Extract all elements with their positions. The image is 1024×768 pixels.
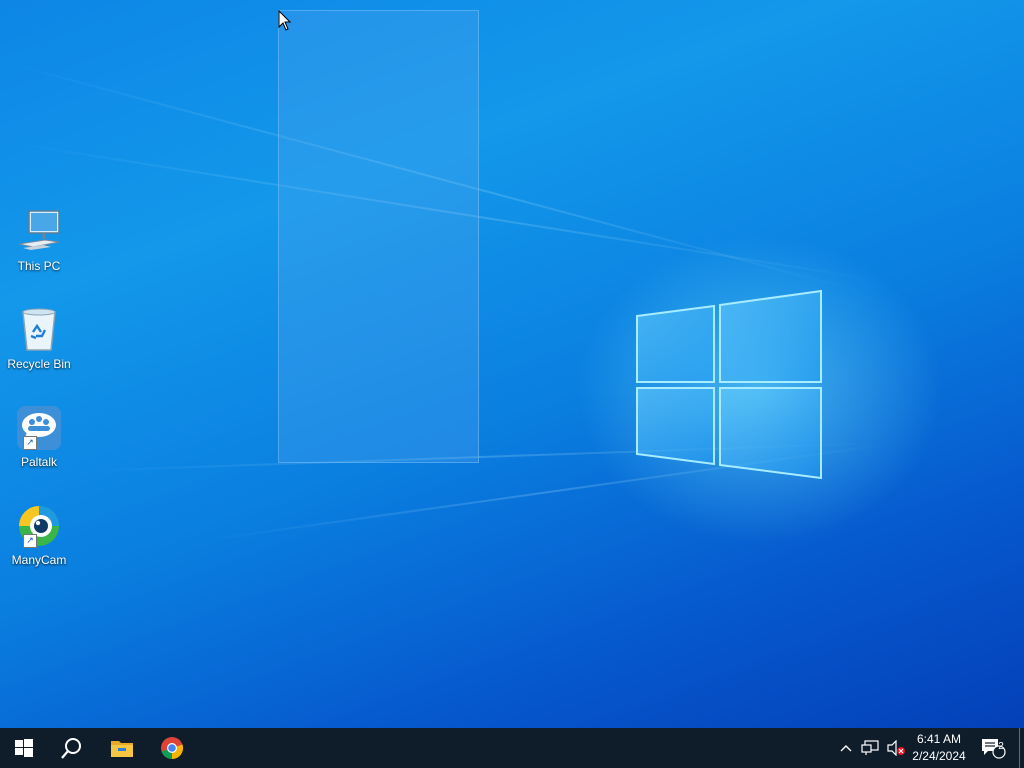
volume-button[interactable] <box>884 728 908 768</box>
volume-muted-icon <box>887 740 905 756</box>
clock-date: 2/24/2024 <box>912 749 966 763</box>
clock[interactable]: 6:41 AM 2/24/2024 <box>908 728 970 768</box>
desktop-icon-paltalk[interactable]: ↗ Paltalk <box>4 404 74 469</box>
file-explorer-icon <box>111 741 133 757</box>
desktop-icon-recycle-bin[interactable]: Recycle Bin <box>4 306 74 371</box>
taskbar: 6:41 AM 2/24/2024 2 <box>0 728 1024 768</box>
desktop-icon-label: Paltalk <box>20 455 58 469</box>
show-desktop-button[interactable] <box>1019 728 1020 768</box>
search-button[interactable] <box>48 728 96 768</box>
shortcut-arrow-icon: ↗ <box>23 534 37 548</box>
mouse-cursor-icon <box>278 10 292 31</box>
search-icon <box>61 738 81 759</box>
start-button[interactable] <box>0 728 48 768</box>
shortcut-arrow-icon: ↗ <box>23 436 37 450</box>
manycam-icon: ↗ <box>15 502 63 550</box>
start-icon <box>15 739 33 757</box>
selection-rectangle <box>278 10 479 463</box>
desktop-icon-label: Recycle Bin <box>7 357 71 371</box>
computer-icon <box>18 210 60 250</box>
notification-count-badge: 2 <box>998 741 1004 752</box>
chrome-icon <box>161 737 184 760</box>
desktop[interactable]: This PC Recycle Bin ↗ Paltalk ↗ ManyCam <box>0 0 1024 728</box>
chrome-button[interactable] <box>148 728 196 768</box>
paltalk-icon: ↗ <box>15 404 63 452</box>
network-button[interactable] <box>858 728 882 768</box>
network-icon <box>861 740 879 755</box>
windows-logo <box>636 289 822 480</box>
show-hidden-icons-button[interactable] <box>836 728 856 768</box>
desktop-icon-label: ManyCam <box>11 553 67 567</box>
recycle-bin-icon <box>22 308 56 351</box>
clock-time: 6:41 AM <box>916 732 962 746</box>
desktop-icon-manycam[interactable]: ↗ ManyCam <box>4 502 74 567</box>
desktop-icon-label: This PC <box>17 259 61 273</box>
chevron-up-icon <box>840 745 852 752</box>
desktop-icon-this-pc[interactable]: This PC <box>4 208 74 273</box>
action-center-button[interactable]: 2 <box>976 728 1010 768</box>
file-explorer-button[interactable] <box>98 728 146 768</box>
